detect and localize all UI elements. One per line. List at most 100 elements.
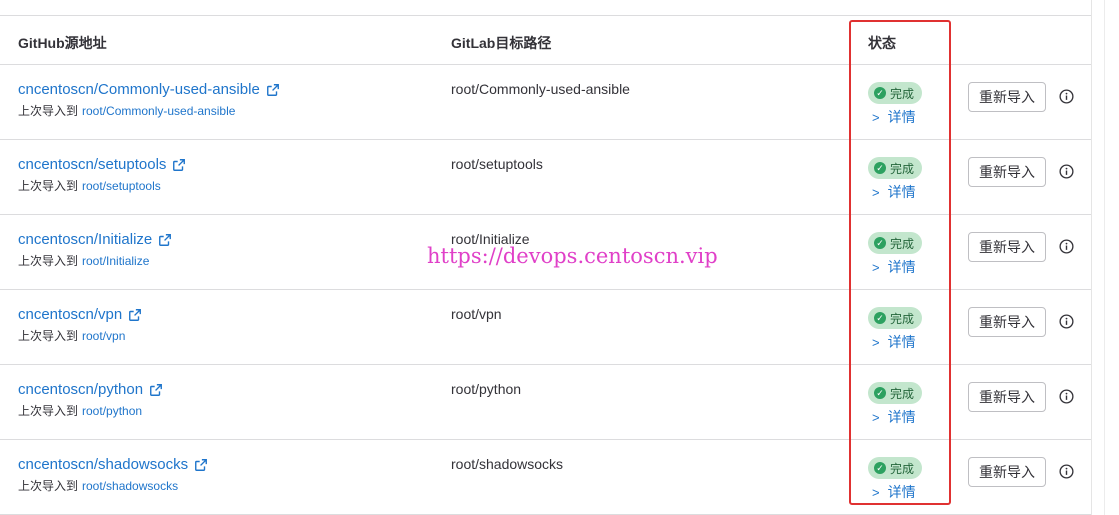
scroll-edge-outer	[1104, 0, 1105, 515]
chevron-right-icon: >	[872, 259, 880, 275]
source-repo-link[interactable]: cncentoscn/Initialize	[18, 231, 172, 248]
external-link-icon	[159, 233, 172, 246]
chevron-right-icon: >	[872, 484, 880, 500]
last-import-link[interactable]: root/python	[82, 404, 142, 418]
check-circle-icon: ✓	[874, 312, 886, 324]
external-link-icon	[195, 458, 208, 471]
details-toggle[interactable]: > 详情	[872, 257, 916, 277]
check-circle-icon: ✓	[874, 462, 886, 474]
info-icon[interactable]	[1059, 389, 1074, 404]
table-row: cncentoscn/shadowsocks 上次导入到 root/shadows…	[0, 440, 1091, 515]
table-row: cncentoscn/vpn 上次导入到 root/vpn root/vpn ✓ …	[0, 290, 1091, 365]
external-link-icon	[266, 83, 279, 96]
source-repo-name: cncentoscn/shadowsocks	[18, 456, 189, 473]
info-icon[interactable]	[1059, 164, 1074, 179]
column-header-status: 状态	[868, 35, 896, 51]
last-import-label: 上次导入到	[18, 404, 79, 418]
details-toggle[interactable]: > 详情	[872, 107, 916, 127]
target-path: root/Commonly-used-ansible	[451, 81, 630, 97]
table-row: cncentoscn/Commonly-used-ansible 上次导入到 ro…	[0, 65, 1091, 140]
details-toggle[interactable]: > 详情	[872, 482, 916, 502]
status-label: 完成	[890, 461, 915, 476]
reimport-button[interactable]: 重新导入	[968, 307, 1046, 337]
target-path: root/python	[451, 381, 522, 397]
source-repo-link[interactable]: cncentoscn/python	[18, 381, 163, 398]
last-import-link[interactable]: root/Initialize	[82, 254, 149, 268]
status-label: 完成	[890, 311, 915, 326]
source-repo-link[interactable]: cncentoscn/shadowsocks	[18, 456, 208, 473]
check-circle-icon: ✓	[874, 162, 886, 174]
details-toggle[interactable]: > 详情	[872, 182, 916, 202]
last-import-info: 上次导入到 root/shadowsocks	[18, 477, 178, 494]
last-import-info: 上次导入到 root/python	[18, 402, 142, 419]
last-import-info: 上次导入到 root/vpn	[18, 327, 125, 344]
details-label: 详情	[887, 484, 916, 500]
last-import-link[interactable]: root/vpn	[82, 329, 125, 343]
status-badge: ✓ 完成	[868, 457, 923, 479]
external-link-icon	[150, 383, 163, 396]
target-path: root/setuptools	[451, 156, 543, 172]
source-repo-name: cncentoscn/vpn	[18, 306, 123, 323]
reimport-button[interactable]: 重新导入	[968, 382, 1046, 412]
details-toggle[interactable]: > 详情	[872, 407, 916, 427]
status-badge: ✓ 完成	[868, 382, 923, 404]
status-label: 完成	[890, 236, 915, 251]
target-path: root/shadowsocks	[451, 456, 564, 472]
reimport-button[interactable]: 重新导入	[968, 82, 1046, 112]
table-header: GitHub源地址 GitLab目标路径 状态	[0, 16, 1091, 65]
status-label: 完成	[890, 86, 915, 101]
last-import-label: 上次导入到	[18, 104, 79, 118]
chevron-right-icon: >	[872, 109, 880, 125]
source-repo-link[interactable]: cncentoscn/Commonly-used-ansible	[18, 81, 280, 98]
source-repo-name: cncentoscn/python	[18, 381, 144, 398]
status-badge: ✓ 完成	[868, 232, 923, 254]
source-repo-link[interactable]: cncentoscn/setuptools	[18, 156, 186, 173]
check-circle-icon: ✓	[874, 87, 886, 99]
info-icon[interactable]	[1059, 314, 1074, 329]
status-badge: ✓ 完成	[868, 82, 923, 104]
details-label: 详情	[887, 259, 916, 275]
status-label: 完成	[890, 386, 915, 401]
source-repo-name: cncentoscn/setuptools	[18, 156, 167, 173]
table-row: cncentoscn/setuptools 上次导入到 root/setuptoo…	[0, 140, 1091, 215]
watermark-text: https://devops.centoscn.vip	[427, 244, 718, 268]
last-import-info: 上次导入到 root/Commonly-used-ansible	[18, 102, 235, 119]
last-import-label: 上次导入到	[18, 179, 79, 193]
last-import-link[interactable]: root/Commonly-used-ansible	[82, 104, 235, 118]
last-import-info: 上次导入到 root/setuptools	[18, 177, 161, 194]
status-label: 完成	[890, 161, 915, 176]
details-label: 详情	[887, 409, 916, 425]
column-header-target: GitLab目标路径	[451, 35, 552, 51]
chevron-right-icon: >	[872, 184, 880, 200]
target-path: root/vpn	[451, 306, 502, 322]
last-import-label: 上次导入到	[18, 329, 79, 343]
external-link-icon	[129, 308, 142, 321]
external-link-icon	[173, 158, 186, 171]
status-badge: ✓ 完成	[868, 307, 923, 329]
details-label: 详情	[887, 334, 916, 350]
details-label: 详情	[887, 109, 916, 125]
column-header-source: GitHub源地址	[18, 35, 107, 51]
info-icon[interactable]	[1059, 89, 1074, 104]
table-row: cncentoscn/python 上次导入到 root/python root/…	[0, 365, 1091, 440]
chevron-right-icon: >	[872, 409, 880, 425]
last-import-info: 上次导入到 root/Initialize	[18, 252, 149, 269]
info-icon[interactable]	[1059, 239, 1074, 254]
reimport-button[interactable]: 重新导入	[968, 232, 1046, 262]
last-import-link[interactable]: root/shadowsocks	[82, 479, 178, 493]
info-icon[interactable]	[1059, 464, 1074, 479]
last-import-label: 上次导入到	[18, 254, 79, 268]
check-circle-icon: ✓	[874, 387, 886, 399]
status-badge: ✓ 完成	[868, 157, 923, 179]
last-import-label: 上次导入到	[18, 479, 79, 493]
scroll-edge	[1091, 0, 1092, 515]
check-circle-icon: ✓	[874, 237, 886, 249]
source-repo-name: cncentoscn/Initialize	[18, 231, 153, 248]
details-toggle[interactable]: > 详情	[872, 332, 916, 352]
last-import-link[interactable]: root/setuptools	[82, 179, 161, 193]
source-repo-link[interactable]: cncentoscn/vpn	[18, 306, 142, 323]
reimport-button[interactable]: 重新导入	[968, 157, 1046, 187]
details-label: 详情	[887, 184, 916, 200]
reimport-button[interactable]: 重新导入	[968, 457, 1046, 487]
chevron-right-icon: >	[872, 334, 880, 350]
